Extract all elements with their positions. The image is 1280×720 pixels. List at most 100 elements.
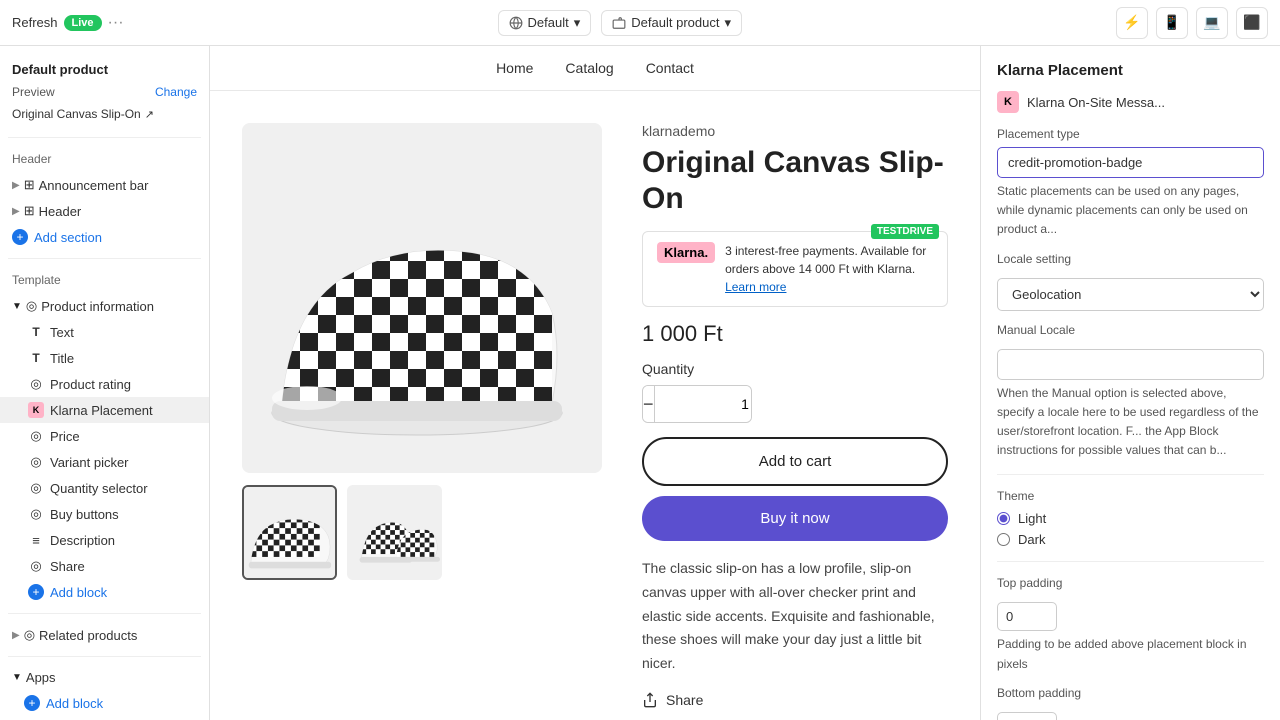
quantity-control: − + bbox=[642, 385, 752, 423]
sidebar-preview-value: Original Canvas Slip-On ↗ bbox=[0, 107, 209, 129]
store-nav: Home Catalog Contact bbox=[210, 46, 980, 91]
icon-button-1[interactable]: ⚡ bbox=[1116, 7, 1148, 39]
product-brand: klarnademo bbox=[642, 123, 948, 139]
icon-button-3[interactable]: 💻 bbox=[1196, 7, 1228, 39]
klarna-logo: Klarna. bbox=[657, 242, 715, 263]
theme-dark-option[interactable]: Dark bbox=[997, 532, 1264, 547]
product-images bbox=[242, 123, 602, 708]
refresh-button[interactable]: Refresh bbox=[12, 15, 58, 30]
circle-icon: ◎ bbox=[24, 627, 35, 643]
sidebar-item-buy-buttons[interactable]: ◎ Buy buttons bbox=[0, 501, 209, 527]
locale-setting-label: Locale setting bbox=[997, 252, 1264, 266]
placement-type-desc: Static placements can be used on any pag… bbox=[997, 182, 1264, 240]
quantity-selector-label: Quantity selector bbox=[50, 481, 148, 496]
topbar-left: Refresh Live ··· bbox=[12, 14, 124, 32]
sidebar-item-variant-picker[interactable]: ◎ Variant picker bbox=[0, 449, 209, 475]
icon-button-2[interactable]: 📱 bbox=[1156, 7, 1188, 39]
icon-button-4[interactable]: ⬛ bbox=[1236, 7, 1268, 39]
more-options-button[interactable]: ··· bbox=[108, 14, 124, 32]
thumbnail-1[interactable] bbox=[242, 485, 337, 580]
klarna-on-site-label: Klarna On-Site Messa... bbox=[1027, 95, 1165, 110]
title-icon: T bbox=[28, 350, 44, 366]
theme-light-radio[interactable] bbox=[997, 512, 1010, 525]
sidebar-item-announcement-bar[interactable]: ▶ ⊞ Announcement bar bbox=[0, 172, 209, 198]
sidebar-header-section: Header ▶ ⊞ Announcement bar ▶ ⊞ Header +… bbox=[0, 138, 209, 258]
sidebar-item-product-info[interactable]: ▼ ◎ Product information bbox=[0, 293, 209, 319]
plus-icon: + bbox=[12, 229, 28, 245]
klarna-learn-more[interactable]: Learn more bbox=[725, 280, 786, 294]
add-section-header[interactable]: + Add section bbox=[0, 224, 209, 250]
product-selector[interactable]: Default product ▾ bbox=[601, 10, 742, 36]
add-block-apps[interactable]: + Add block bbox=[0, 690, 209, 716]
add-block-template[interactable]: + Add block bbox=[0, 579, 209, 605]
nav-home[interactable]: Home bbox=[496, 60, 533, 76]
right-panel: Klarna Placement K Klarna On-Site Messa.… bbox=[980, 46, 1280, 720]
shoe-svg bbox=[242, 123, 602, 473]
sidebar-item-klarna[interactable]: K Klarna Placement bbox=[0, 397, 209, 423]
topbar-center: Default ▾ Default product ▾ bbox=[132, 10, 1108, 36]
divider-1 bbox=[997, 474, 1264, 475]
manual-locale-input[interactable] bbox=[997, 349, 1264, 380]
sidebar-item-related-products[interactable]: ▶ ◎ Related products bbox=[0, 622, 209, 648]
manual-locale-desc: When the Manual option is selected above… bbox=[997, 384, 1264, 461]
divider-2 bbox=[997, 561, 1264, 562]
sidebar-item-price[interactable]: ◎ Price bbox=[0, 423, 209, 449]
sidebar-item-product-rating[interactable]: ◎ Product rating bbox=[0, 371, 209, 397]
bottom-padding-input[interactable] bbox=[997, 712, 1057, 720]
theme-dark-radio[interactable] bbox=[997, 533, 1010, 546]
circle-icon: ◎ bbox=[28, 454, 44, 470]
klarna-message: 3 interest-free payments. Available for … bbox=[725, 242, 933, 296]
quantity-input[interactable] bbox=[654, 386, 752, 422]
circle-icon: ◎ bbox=[28, 428, 44, 444]
add-to-cart-button[interactable]: Add to cart bbox=[642, 437, 948, 486]
announcement-bar-label: Announcement bar bbox=[39, 178, 149, 193]
sidebar-product-title: Default product bbox=[0, 54, 209, 81]
sidebar-item-share[interactable]: ◎ Share bbox=[0, 553, 209, 579]
klarna-icon: K bbox=[28, 402, 44, 418]
sidebar-item-title[interactable]: T Title bbox=[0, 345, 209, 371]
product-rating-label: Product rating bbox=[50, 377, 131, 392]
chevron-right-icon: ▶ bbox=[12, 180, 20, 191]
text-icon: T bbox=[28, 324, 44, 340]
buy-now-button[interactable]: Buy it now bbox=[642, 496, 948, 541]
sidebar-preview-row: Preview Change bbox=[0, 81, 209, 107]
placement-type-input[interactable] bbox=[997, 147, 1264, 178]
sidebar-item-quantity-selector[interactable]: ◎ Quantity selector bbox=[0, 475, 209, 501]
change-preview-button[interactable]: Change bbox=[155, 85, 197, 99]
klarna-widget: Klarna. 3 interest-free payments. Availa… bbox=[642, 231, 948, 307]
product-chevron: ▾ bbox=[724, 15, 731, 31]
product-name: Original Canvas Slip-On bbox=[642, 145, 948, 217]
sidebar-item-apps[interactable]: ▼ Apps bbox=[0, 665, 209, 690]
thumbnail-row bbox=[242, 485, 602, 580]
top-padding-desc: Padding to be added above placement bloc… bbox=[997, 635, 1264, 673]
sidebar-item-description[interactable]: ≡ Description bbox=[0, 527, 209, 553]
klarna-k-badge: K bbox=[28, 402, 44, 418]
topbar-right: ⚡ 📱 💻 ⬛ bbox=[1116, 7, 1268, 39]
top-padding-input[interactable] bbox=[997, 602, 1057, 631]
nav-catalog[interactable]: Catalog bbox=[565, 60, 613, 76]
plus-icon: + bbox=[28, 584, 44, 600]
product-information-label: Product information bbox=[41, 299, 154, 314]
testdrive-badge: TESTDRIVE bbox=[871, 224, 939, 239]
thumbnail-2[interactable] bbox=[347, 485, 442, 580]
store-selector[interactable]: Default ▾ bbox=[498, 10, 592, 36]
chevron-down-icon: ▼ bbox=[12, 672, 22, 683]
locale-setting-select[interactable]: Geolocation bbox=[997, 278, 1264, 311]
nav-contact[interactable]: Contact bbox=[646, 60, 694, 76]
preview-area: Home Catalog Contact bbox=[210, 46, 980, 720]
sidebar-item-text[interactable]: T Text bbox=[0, 319, 209, 345]
product-name: Default product bbox=[631, 15, 719, 30]
store-name: Default bbox=[528, 15, 569, 30]
buy-buttons-label: Buy buttons bbox=[50, 507, 119, 522]
sidebar-item-header[interactable]: ▶ ⊞ Header bbox=[0, 198, 209, 224]
product-description: The classic slip-on has a low profile, s… bbox=[642, 557, 948, 676]
share-row[interactable]: Share bbox=[642, 692, 948, 708]
theme-light-option[interactable]: Light bbox=[997, 511, 1264, 526]
quantity-decrease-button[interactable]: − bbox=[643, 386, 654, 422]
title-label: Title bbox=[50, 351, 74, 366]
list-icon: ≡ bbox=[28, 532, 44, 548]
klarna-header: K Klarna On-Site Messa... bbox=[997, 91, 1264, 113]
add-section-apps[interactable]: + Add section bbox=[0, 716, 209, 720]
grid-icon: ⊞ bbox=[24, 203, 35, 219]
placement-type-label: Placement type bbox=[997, 127, 1264, 141]
